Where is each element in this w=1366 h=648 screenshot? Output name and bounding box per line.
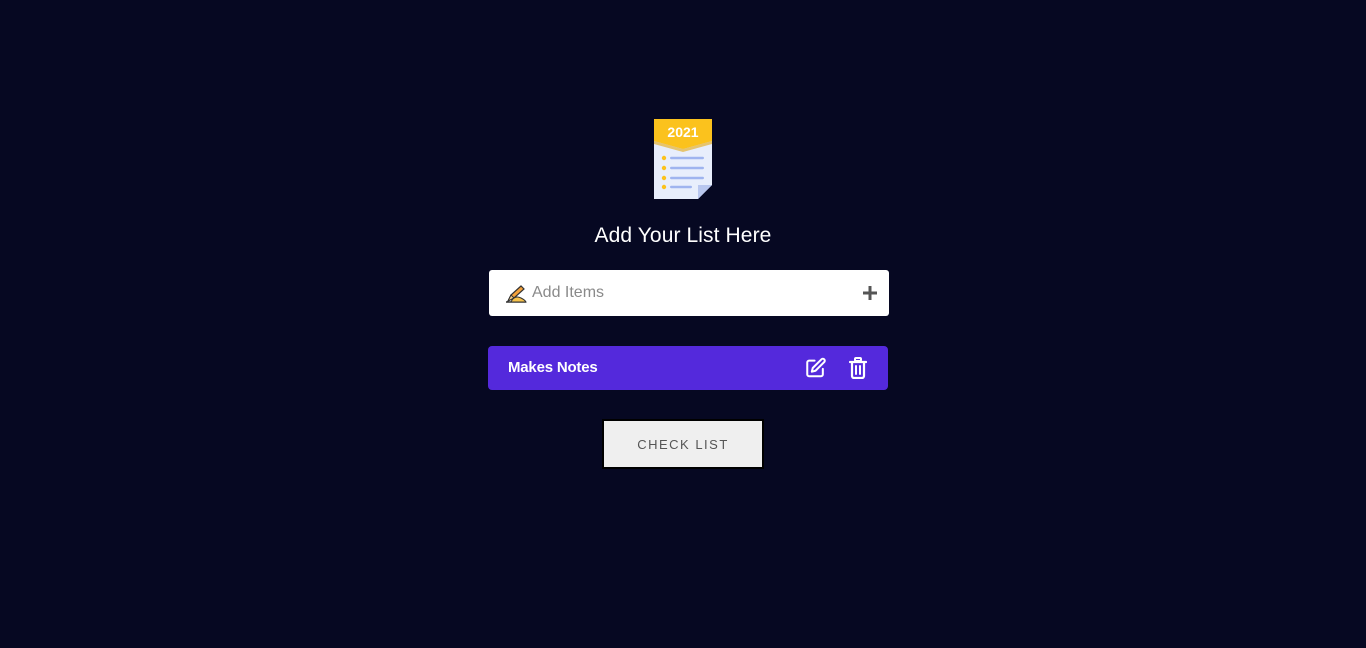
check-list-button[interactable]: Check List [602, 419, 764, 469]
logo-year: 2021 [667, 124, 698, 140]
list-item-label: Makes Notes [508, 359, 598, 376]
trash-icon[interactable] [849, 357, 867, 379]
list-item: Makes Notes [488, 346, 888, 390]
add-items-input[interactable] [532, 270, 832, 316]
writing-hand-icon [506, 285, 527, 303]
page-title: Add Your List Here [594, 224, 772, 247]
add-item-field[interactable] [489, 270, 889, 316]
plus-icon[interactable] [861, 284, 879, 302]
todo-app: 2021 Add Your List Here Makes Notes [0, 0, 1366, 648]
checklist-logo-icon: 2021 [654, 119, 712, 199]
edit-icon[interactable] [804, 357, 827, 379]
